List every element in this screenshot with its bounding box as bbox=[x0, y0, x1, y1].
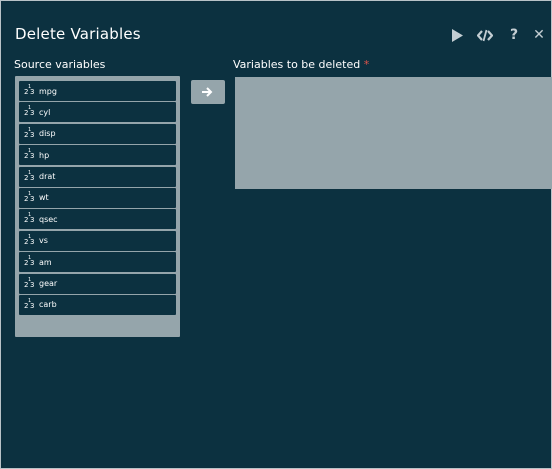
variable-item-label: cyl bbox=[39, 107, 51, 117]
numeric-variable-icon: 213 bbox=[24, 169, 35, 182]
variable-item-cyl[interactable]: 2 1 3 cyl bbox=[19, 102, 176, 123]
numeric-variable-icon: 213 bbox=[24, 255, 35, 268]
variable-item-hp[interactable]: 2 1 3 hp bbox=[19, 145, 176, 166]
target-variables-list[interactable] bbox=[235, 77, 552, 189]
variable-item-drat[interactable]: 2 1 3 drat bbox=[19, 166, 176, 187]
variable-item-vs[interactable]: 2 1 3 vs bbox=[19, 230, 176, 251]
variable-item-label: am bbox=[39, 257, 52, 267]
variable-item-disp[interactable]: 2 1 3 disp bbox=[19, 123, 176, 144]
variable-item-label: hp bbox=[39, 150, 50, 160]
variable-item-label: mpg bbox=[39, 86, 57, 96]
move-right-button[interactable] bbox=[191, 80, 225, 104]
target-label-text: Variables to be deleted bbox=[233, 58, 361, 71]
numeric-variable-icon: 213 bbox=[24, 190, 35, 203]
variable-item-label: carb bbox=[39, 300, 57, 310]
dialog-panel: Delete Variables ? ✕ Source variables Va… bbox=[3, 3, 552, 467]
variable-item-carb[interactable]: 2 1 3 carb bbox=[19, 294, 176, 315]
variable-list: 2 1 3 mpg 2 1 3 cyl 2 1 3 disp 2 1 3 hp 2 1 3 drat 2 1 3 wt 2 1 3 q… bbox=[19, 81, 176, 316]
variable-item-label: drat bbox=[39, 172, 56, 182]
question-icon[interactable]: ? bbox=[505, 26, 523, 44]
source-variables-label: Source variables bbox=[14, 58, 106, 71]
play-icon[interactable] bbox=[448, 26, 466, 44]
arrow-right-icon bbox=[202, 87, 213, 97]
numeric-variable-icon: 213 bbox=[24, 84, 35, 96]
numeric-variable-icon: 213 bbox=[24, 276, 35, 289]
variable-item-label: gear bbox=[39, 279, 58, 289]
variable-item-wt[interactable]: 2 1 3 wt bbox=[19, 187, 176, 208]
dialog-title: Delete Variables bbox=[15, 25, 141, 43]
variable-item-label: qsec bbox=[39, 214, 58, 224]
variable-item-am[interactable]: 2 1 3 am bbox=[19, 252, 176, 273]
variable-item-label: vs bbox=[39, 236, 48, 246]
numeric-variable-icon: 213 bbox=[24, 105, 35, 118]
numeric-variable-icon: 213 bbox=[24, 297, 35, 310]
close-icon[interactable]: ✕ bbox=[530, 26, 548, 44]
numeric-variable-icon: 213 bbox=[24, 233, 35, 246]
variable-item-mpg[interactable]: 2 1 3 mpg bbox=[19, 81, 176, 101]
code-icon[interactable] bbox=[476, 26, 494, 44]
source-variables-list[interactable]: 2 1 3 mpg 2 1 3 cyl 2 1 3 disp 2 1 3 hp 2 1 3 drat 2 1 3 wt 2 1 3 q… bbox=[15, 76, 180, 337]
variable-item-qsec[interactable]: 2 1 3 qsec bbox=[19, 209, 176, 230]
numeric-variable-icon: 213 bbox=[24, 212, 35, 225]
target-variables-label: Variables to be deleted * bbox=[233, 58, 369, 71]
numeric-variable-icon: 213 bbox=[24, 126, 35, 139]
dialog-frame: Delete Variables ? ✕ Source variables Va… bbox=[0, 0, 552, 469]
variable-item-label: wt bbox=[39, 193, 49, 203]
variable-item-label: disp bbox=[39, 129, 56, 139]
required-mark: * bbox=[363, 58, 370, 71]
variable-item-gear[interactable]: 2 1 3 gear bbox=[19, 273, 176, 294]
numeric-variable-icon: 213 bbox=[24, 148, 35, 161]
